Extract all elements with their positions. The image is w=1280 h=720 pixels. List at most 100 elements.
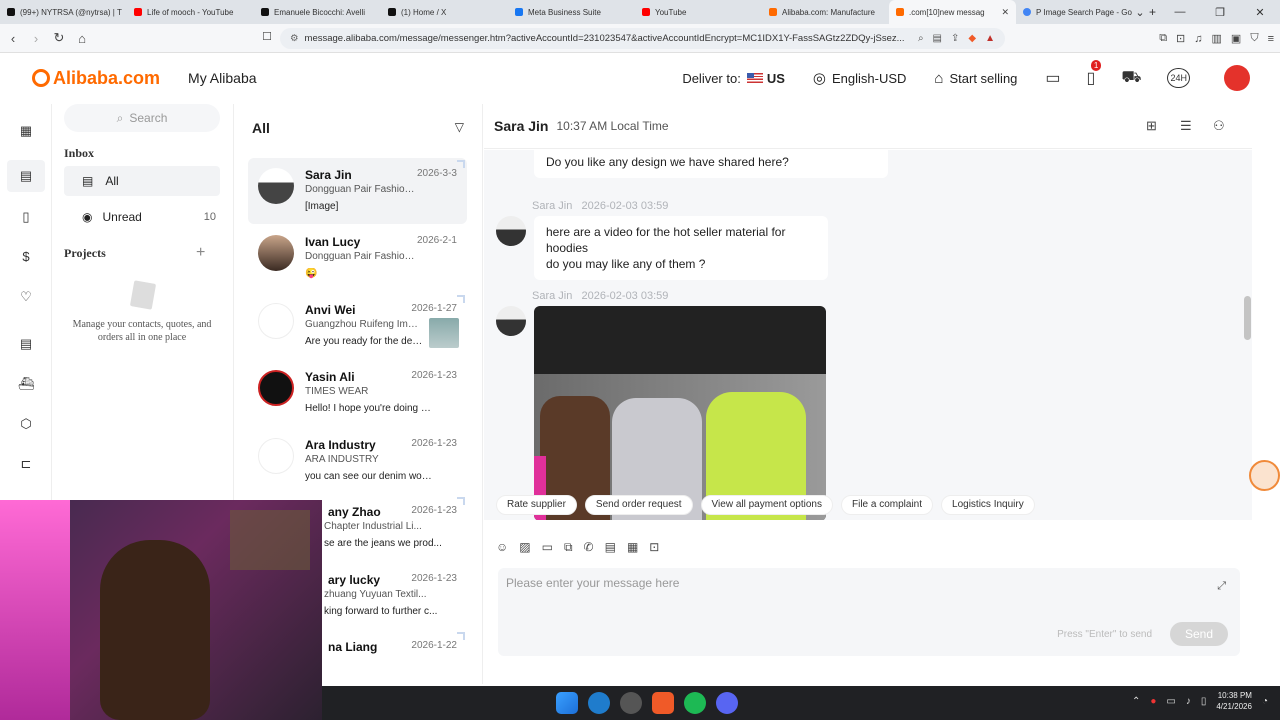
reader-icon[interactable]: ▤ bbox=[933, 33, 942, 44]
filter-icon[interactable]: ▽ bbox=[455, 120, 464, 134]
chrome-icon[interactable] bbox=[620, 692, 642, 714]
profile-icon[interactable]: ⚇ bbox=[1213, 118, 1225, 134]
media-icon[interactable]: ♫ bbox=[1194, 33, 1202, 45]
help-avatar-icon[interactable] bbox=[1249, 460, 1280, 491]
windows-start-icon[interactable] bbox=[556, 692, 578, 714]
volume-icon[interactable]: ♪ bbox=[1186, 696, 1191, 707]
message-input[interactable]: Please enter your message here ⤢ Press "… bbox=[498, 568, 1240, 656]
payment-icon[interactable]: $ bbox=[17, 248, 35, 266]
messages-icon[interactable]: ▤ bbox=[7, 160, 45, 192]
my-alibaba-link[interactable]: My Alibaba bbox=[188, 70, 256, 86]
messages-icon[interactable]: ▭ bbox=[1045, 68, 1060, 88]
browser-tab[interactable]: Emanuele Bicocchi: Avelli bbox=[254, 0, 381, 24]
view-payment-options-button[interactable]: View all payment options bbox=[700, 495, 833, 515]
product-icon[interactable]: ⬡ bbox=[17, 415, 35, 433]
spotify-icon[interactable] bbox=[684, 692, 706, 714]
logistics-icon[interactable]: ⛴ bbox=[17, 375, 35, 393]
minimize-icon[interactable]: — bbox=[1160, 6, 1200, 18]
extensions-area: ⧉ ⊡ ♫ ▥ ▣ ⛉ ≡ bbox=[1159, 28, 1274, 49]
close-tab-icon[interactable]: ✕ bbox=[1001, 7, 1009, 18]
support-24h-icon[interactable]: 24H bbox=[1167, 68, 1190, 88]
x-icon bbox=[388, 8, 396, 16]
chevron-up-icon[interactable]: ⌃ bbox=[1132, 696, 1140, 707]
rate-supplier-button[interactable]: Rate supplier bbox=[496, 495, 577, 515]
user-avatar[interactable] bbox=[1224, 65, 1250, 91]
brave-rewards-icon[interactable]: ▲ bbox=[985, 33, 995, 44]
search-messages-icon[interactable]: ☰ bbox=[1180, 118, 1192, 134]
conversation-item[interactable]: Ara Industry 2026-1-23 ARA INDUSTRY you … bbox=[248, 428, 467, 494]
expand-icon[interactable]: ⤢ bbox=[1217, 580, 1226, 593]
send-order-request-button[interactable]: Send order request bbox=[584, 495, 693, 515]
image-icon[interactable]: ▨ bbox=[519, 540, 530, 555]
saved-icon[interactable]: ⊏ bbox=[17, 455, 35, 473]
close-icon[interactable]: ✕ bbox=[1240, 6, 1280, 19]
orders-icon[interactable]: ▯ 1 bbox=[1087, 60, 1102, 88]
conversation-item[interactable]: Anvi Wei 2026-1-27 Guangzhou Ruifeng Imp… bbox=[248, 293, 467, 359]
brave-icon[interactable] bbox=[652, 692, 674, 714]
inbox-filter-all[interactable]: ▤ All bbox=[64, 166, 220, 196]
scrollbar[interactable] bbox=[1244, 296, 1251, 340]
home-icon[interactable]: ⌂ bbox=[72, 31, 92, 46]
menu-icon[interactable]: ≡ bbox=[1268, 33, 1274, 45]
battery-icon[interactable]: ▯ bbox=[1201, 696, 1207, 707]
browser-tab[interactable]: (1) Home / X bbox=[381, 0, 508, 24]
screenshot-icon[interactable]: ⊡ bbox=[649, 540, 659, 555]
start-selling-link[interactable]: ⌂ Start selling bbox=[934, 70, 1017, 87]
inbox-filter-unread[interactable]: ◉ Unread 10 bbox=[64, 202, 220, 232]
conversation-item[interactable]: Ivan Lucy 2026-2-1 Dongguan Pair Fashion… bbox=[248, 225, 467, 291]
browser-tab[interactable]: Life of mooch - YouTube bbox=[127, 0, 254, 24]
conversation-item[interactable]: Yasin Ali 2026-1-23 TIMES WEAR Hello! I … bbox=[248, 360, 467, 426]
notifications-icon[interactable]: ◔ bbox=[1262, 696, 1268, 707]
extension-icon[interactable]: ⧉ bbox=[1159, 32, 1167, 45]
discord-icon[interactable] bbox=[716, 692, 738, 714]
alibaba-logo[interactable]: Alibaba.com bbox=[32, 68, 160, 89]
language-selector[interactable]: ◎ English-USD bbox=[813, 69, 907, 87]
sender-avatar bbox=[496, 216, 526, 246]
mic-icon[interactable]: ● bbox=[1150, 696, 1156, 707]
favorites-icon[interactable]: ♡ bbox=[17, 288, 35, 306]
reload-icon[interactable]: ↻ bbox=[49, 30, 69, 46]
chevron-down-icon[interactable]: ⌄ bbox=[1120, 6, 1160, 19]
browser-tab[interactable]: Alibaba.com: Manufacture bbox=[762, 0, 889, 24]
search-input[interactable]: ⌕ Search bbox=[64, 104, 220, 132]
site-info-icon[interactable]: ⚙ bbox=[290, 33, 299, 44]
sidebar-icon[interactable]: ▥ bbox=[1212, 32, 1222, 45]
address-bar[interactable]: ⚙ message.alibaba.com/message/messenger.… bbox=[280, 28, 1005, 49]
video-message[interactable] bbox=[534, 306, 826, 520]
send-button[interactable]: Send bbox=[1170, 622, 1228, 646]
share-icon[interactable]: ⇪ bbox=[951, 33, 959, 44]
quote-icon[interactable]: ▦ bbox=[627, 540, 638, 555]
conversation-item[interactable]: Sara Jin 2026-3-3 Dongguan Pair Fashion … bbox=[248, 158, 467, 224]
chat-icon: ▤ bbox=[82, 174, 94, 188]
back-icon[interactable]: ‹ bbox=[3, 31, 23, 46]
maximize-icon[interactable]: ❐ bbox=[1200, 6, 1240, 19]
screenshot-icon[interactable]: ⊡ bbox=[1176, 32, 1185, 45]
new-chat-icon[interactable]: ⊞ bbox=[1146, 118, 1157, 134]
bookmark-icon[interactable]: ☐ bbox=[257, 30, 277, 43]
copy-icon[interactable]: ⧉ bbox=[564, 540, 573, 555]
file-complaint-button[interactable]: File a complaint bbox=[840, 495, 934, 515]
emoji-icon[interactable]: ☺ bbox=[496, 540, 508, 555]
copilot-icon[interactable] bbox=[588, 692, 610, 714]
browser-tab[interactable]: Meta Business Suite bbox=[508, 0, 635, 24]
network-icon[interactable]: ▭ bbox=[1166, 696, 1175, 707]
rfq-icon[interactable]: ▤ bbox=[17, 335, 35, 353]
dashboard-icon[interactable]: ▦ bbox=[17, 122, 35, 140]
wallet-icon[interactable]: ▣ bbox=[1231, 32, 1241, 45]
orders-icon[interactable]: ▯ bbox=[17, 208, 35, 226]
cart-icon[interactable]: ⛟ bbox=[1121, 68, 1141, 88]
logistics-inquiry-button[interactable]: Logistics Inquiry bbox=[941, 495, 1035, 515]
browser-tab[interactable]: YouTube bbox=[635, 0, 762, 24]
deliver-to-selector[interactable]: Deliver to: US bbox=[682, 71, 785, 86]
forward-icon[interactable]: › bbox=[26, 31, 46, 46]
zoom-icon[interactable]: ⌕ bbox=[918, 33, 924, 44]
vpn-icon[interactable]: ⛉ bbox=[1250, 32, 1258, 45]
clock[interactable]: 10:38 PM 4/21/2026 bbox=[1216, 690, 1252, 712]
call-icon[interactable]: ✆ bbox=[584, 540, 594, 555]
folder-icon[interactable]: ▭ bbox=[542, 540, 553, 555]
brave-shield-icon[interactable]: ◆ bbox=[968, 33, 976, 44]
card-icon[interactable]: ▤ bbox=[605, 540, 616, 555]
browser-tab[interactable]: (99+) NYTRSA (@nytrsa) | T bbox=[0, 0, 127, 24]
browser-tab-active[interactable]: .com[10]new messag ✕ bbox=[889, 0, 1016, 24]
add-project-icon[interactable]: + bbox=[196, 244, 205, 262]
